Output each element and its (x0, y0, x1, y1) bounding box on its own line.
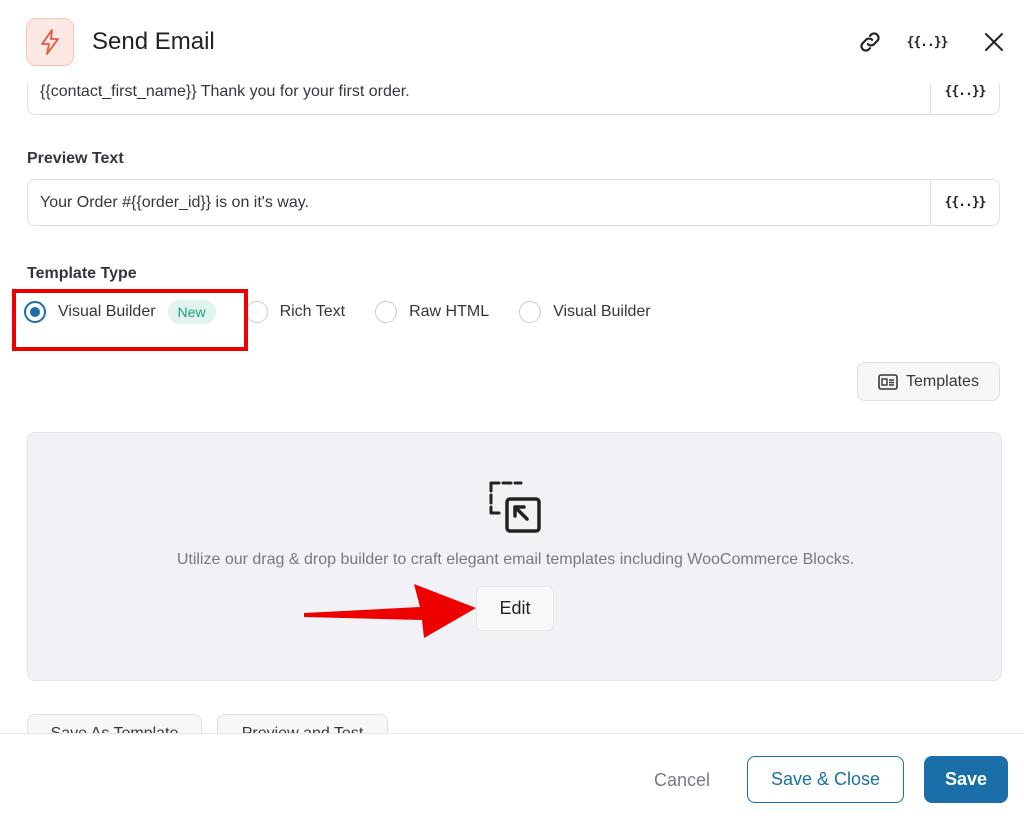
radio-rich-text[interactable]: Rich Text (245, 301, 345, 323)
cancel-button[interactable]: Cancel (640, 758, 724, 802)
subject-merge-tag-button[interactable]: {{..}} (930, 84, 999, 114)
subject-input[interactable] (28, 84, 930, 114)
modal-header: Send Email {{..}} (0, 0, 1024, 84)
save-and-close-button[interactable]: Save & Close (747, 756, 904, 803)
radio-visual-builder-new[interactable]: Visual Builder New (24, 300, 216, 324)
preview-text-label: Preview Text (27, 150, 124, 167)
link-icon[interactable] (854, 26, 886, 58)
radio-unchecked-icon (245, 301, 268, 323)
preview-text-field: {{..}} (27, 179, 1000, 226)
visual-builder-panel: Utilize our drag & drop builder to craft… (27, 432, 1002, 681)
modal-footer: Cancel Save & Close Save (0, 733, 1024, 818)
preview-text-input[interactable] (28, 180, 930, 225)
template-type-label: Template Type (27, 265, 137, 282)
save-button[interactable]: Save (924, 756, 1008, 803)
radio-unchecked-icon (375, 301, 398, 323)
modal-title: Send Email (92, 28, 215, 55)
subject-field: {{..}} (27, 84, 1000, 115)
radio-unchecked-icon (519, 301, 542, 323)
preview-and-test-button[interactable]: Preview and Test (217, 714, 388, 733)
new-badge: New (167, 300, 216, 324)
merge-tags-icon[interactable]: {{..}} (907, 26, 949, 58)
radio-checked-icon (24, 301, 46, 323)
arrow-icon (304, 584, 476, 638)
radio-raw-html[interactable]: Raw HTML (375, 301, 489, 323)
template-type-radio-group: Visual Builder New Rich Text Raw HTML Vi… (24, 297, 681, 327)
edit-button[interactable]: Edit (476, 586, 554, 631)
modal-body[interactable]: {{..}} Preview Text {{..}} Template Type… (0, 84, 1024, 733)
templates-button[interactable]: Templates (857, 362, 1000, 401)
drag-drop-icon (487, 479, 543, 540)
save-as-template-button[interactable]: Save As Template (27, 714, 202, 733)
lightning-bolt-icon (26, 18, 74, 66)
preview-text-merge-tag-button[interactable]: {{..}} (930, 180, 999, 225)
builder-description: Utilize our drag & drop builder to craft… (176, 551, 855, 568)
template-icon (878, 373, 898, 390)
radio-visual-builder[interactable]: Visual Builder (519, 301, 651, 323)
close-icon[interactable] (978, 26, 1010, 58)
